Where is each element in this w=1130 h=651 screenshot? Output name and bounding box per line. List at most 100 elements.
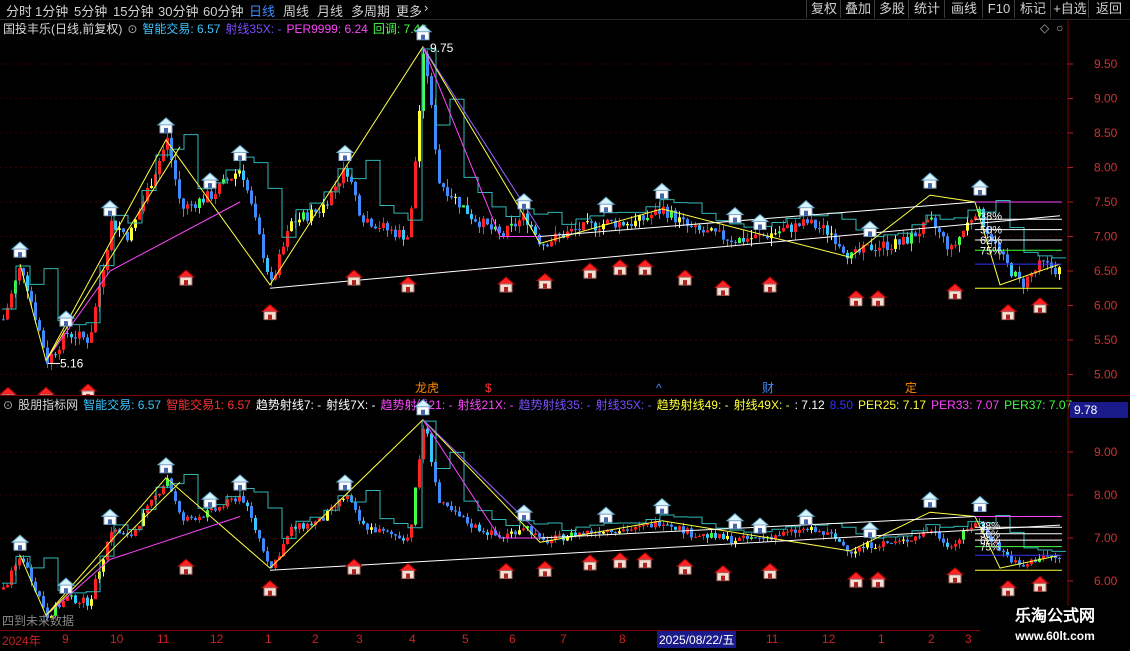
bottom-house-icon: [344, 558, 364, 575]
candle-body: [622, 222, 625, 226]
tab-15min[interactable]: 15分钟: [113, 1, 153, 20]
tab-monthly[interactable]: 月线: [317, 1, 343, 20]
bottom-house-icon: [260, 303, 280, 321]
candle-body: [814, 527, 817, 533]
bottom-house-icon: [945, 283, 965, 300]
candle-body: [782, 531, 785, 536]
house-door: [604, 517, 608, 523]
candle-body: [38, 320, 41, 331]
house-roof: [230, 474, 250, 483]
candle-body: [1026, 564, 1029, 567]
candle-body: [602, 532, 605, 534]
candle-body: [482, 218, 485, 228]
tab-more[interactable]: 更多: [396, 1, 422, 20]
candle-body: [50, 353, 53, 364]
candle-body: [798, 529, 801, 533]
house-roof: [635, 259, 655, 268]
tab-daily[interactable]: 日线: [249, 1, 275, 20]
back-button[interactable]: 返回: [1088, 0, 1129, 18]
house-roof: [344, 558, 364, 567]
tab-30min[interactable]: 30分钟: [158, 1, 198, 20]
tab-fenshi[interactable]: 分时: [6, 1, 32, 20]
chevron-right-icon[interactable]: ›: [424, 0, 428, 15]
candle-body: [258, 530, 261, 539]
multi-stock-button[interactable]: 多股: [874, 0, 909, 18]
candle-body: [650, 523, 653, 528]
main-chart-panel[interactable]: 国投丰乐(日线,前复权) ⊙ 智能交易: 6.57 射线35X: - PER9999: …: [0, 20, 1130, 395]
candle-body: [410, 208, 413, 238]
top-house-icon: [725, 206, 745, 224]
main-price-chart[interactable]: 9.50 9.00 8.50 8.00 7.50 7.00 6.50 6.00 5.50 5.00…: [0, 20, 1130, 395]
add-favorite-button[interactable]: +自选: [1050, 0, 1089, 18]
restore-rights-button[interactable]: 复权: [806, 0, 841, 18]
top-house-icon: [200, 172, 220, 189]
house-roof: [750, 517, 770, 526]
tab-weekly[interactable]: 周线: [283, 1, 309, 20]
candle-body: [378, 528, 381, 533]
indicator-chart[interactable]: 9.008.007.006.009.7838%50%62%75%: [0, 396, 1130, 636]
candle-body: [322, 204, 325, 214]
candle-body: [398, 230, 401, 238]
candle-body: [286, 231, 289, 247]
candle-body: [742, 535, 745, 538]
candle-body: [678, 526, 681, 530]
house-roof: [496, 276, 516, 285]
top-house-icon: [10, 241, 30, 258]
house-roof: [496, 562, 516, 571]
f10-button[interactable]: F10: [982, 0, 1015, 18]
tab-60min[interactable]: 60分钟: [203, 1, 243, 20]
candle-body: [254, 517, 257, 531]
candle-body: [710, 228, 713, 231]
candle-body: [290, 526, 293, 537]
candle-body: [450, 505, 453, 511]
candle-body: [702, 229, 705, 233]
overlay-button[interactable]: 叠加: [840, 0, 875, 18]
top-house-icon: [750, 213, 770, 230]
candle-body: [222, 506, 225, 508]
house-door: [108, 210, 112, 216]
house-door: [164, 127, 168, 133]
candle-body: [214, 508, 217, 511]
candle-body: [690, 225, 693, 228]
candle-body: [906, 539, 909, 542]
candle-body: [202, 198, 205, 203]
bottom-house-icon: [760, 276, 780, 293]
mark-button[interactable]: 标记: [1014, 0, 1051, 18]
candle-body: [778, 535, 781, 537]
candle-body: [118, 228, 121, 230]
candle-body: [638, 526, 641, 528]
draw-line-button[interactable]: 画线: [944, 0, 983, 18]
top-house-icon: [725, 513, 745, 530]
bottom-house-icon: [998, 303, 1018, 321]
tab-5min[interactable]: 5分钟: [74, 1, 107, 20]
house-roof: [413, 24, 433, 33]
candle-body: [218, 506, 221, 511]
bottom-house-icon: [0, 386, 18, 395]
watermark-logo: 乐淘公式网 www.60lt.com: [980, 606, 1130, 650]
candle-body: [386, 530, 389, 532]
bottom-house-icon: [713, 564, 733, 582]
x-tick-label: 3: [356, 632, 363, 646]
x-tick-label: 1: [265, 632, 272, 646]
candle-body: [894, 541, 897, 544]
bottom-house-icon: [1030, 297, 1050, 314]
indicator-panel[interactable]: ⊙ 股朋指标网 智能交易: 6.57 智能交易1: 6.57 趋势射线7: - 射线7X:…: [0, 396, 1130, 636]
candle-body: [130, 227, 133, 241]
candle-body: [822, 531, 825, 535]
candle-body: [174, 491, 177, 502]
candle-body: [894, 239, 897, 249]
candle-body: [326, 204, 329, 206]
future-data-label[interactable]: 四到未来数据: [2, 612, 74, 629]
statistics-button[interactable]: 统计: [908, 0, 945, 18]
top-house-icon: [652, 182, 672, 199]
house-roof: [610, 552, 630, 561]
tab-multi-period[interactable]: 多周期: [351, 1, 390, 20]
tab-1min[interactable]: 1分钟: [35, 1, 68, 20]
house-door: [733, 217, 737, 223]
top-house-icon: [796, 200, 816, 217]
candle-body: [82, 331, 85, 338]
candle-body: [1002, 251, 1005, 255]
candle-body: [850, 551, 853, 554]
x-tick-label: 11: [157, 632, 170, 646]
candle-body: [902, 539, 905, 541]
